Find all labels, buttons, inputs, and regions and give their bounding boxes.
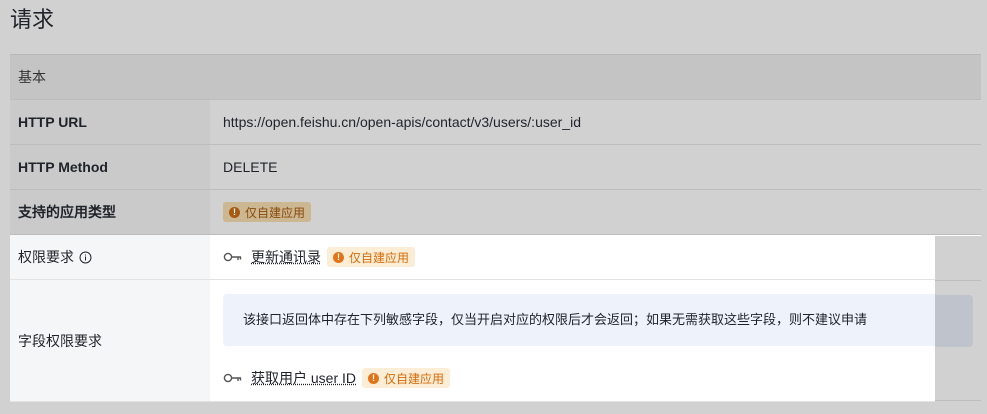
- permission-row: 权限要求 更新通讯录 ! 仅自建应用: [10, 235, 981, 280]
- field-permission-name-link[interactable]: 获取用户 user ID: [251, 368, 356, 388]
- badge-label: 仅自建应用: [245, 205, 306, 220]
- key-icon: [223, 251, 243, 263]
- sensitive-field-notice: 该接口返回体中存在下列敏感字段，仅当开启对应的权限后才会返回；如果无需获取这些字…: [223, 294, 973, 346]
- table-row: HTTP Method DELETE: [10, 145, 981, 190]
- page-title: 请求: [10, 7, 55, 32]
- field-permission-item: 获取用户 user ID ! 仅自建应用: [223, 358, 981, 398]
- permission-label-cell: 权限要求: [10, 235, 210, 279]
- field-permission-badge: ! 仅自建应用: [362, 368, 451, 388]
- app-type-badge: ! 仅自建应用: [223, 202, 312, 222]
- row-label: HTTP URL: [10, 100, 210, 144]
- key-icon: [223, 372, 243, 384]
- badge-label: 仅自建应用: [349, 250, 410, 265]
- request-table: 基本 HTTP URL https://open.feishu.cn/open-…: [10, 54, 981, 402]
- app-type-cell: ! 仅自建应用: [210, 190, 981, 234]
- permission-value-cell: 更新通讯录 ! 仅自建应用: [210, 235, 981, 279]
- info-circle-icon[interactable]: [79, 251, 92, 264]
- row-divider: [935, 400, 981, 401]
- method-value: DELETE: [210, 145, 981, 189]
- field-permission-cell: 该接口返回体中存在下列敏感字段，仅当开启对应的权限后才会返回；如果无需获取这些字…: [210, 280, 981, 401]
- permission-name-link[interactable]: 更新通讯录: [251, 247, 321, 267]
- exclamation-icon: !: [368, 372, 380, 384]
- permission-badge: ! 仅自建应用: [327, 247, 416, 267]
- notice-overflow-dimmed: [935, 295, 973, 347]
- url-value: https://open.feishu.cn/open-apis/contact…: [210, 100, 981, 144]
- table-row: 支持的应用类型 ! 仅自建应用: [10, 190, 981, 235]
- exclamation-icon: !: [333, 251, 344, 263]
- row-label: 支持的应用类型: [10, 190, 210, 234]
- table-row: HTTP URL https://open.feishu.cn/open-api…: [10, 100, 981, 145]
- overlay-mask: [935, 236, 987, 280]
- exclamation-icon: !: [229, 206, 240, 218]
- table-header-label: 基本: [18, 69, 46, 85]
- table-header-row: 基本: [10, 55, 981, 100]
- row-label: HTTP Method: [10, 145, 210, 189]
- field-permission-label: 字段权限要求: [10, 280, 210, 401]
- badge-label: 仅自建应用: [384, 371, 445, 386]
- field-permission-row: 字段权限要求 该接口返回体中存在下列敏感字段，仅当开启对应的权限后才会返回；如果…: [10, 280, 981, 402]
- row-divider: [935, 280, 981, 281]
- permission-label: 权限要求: [18, 249, 74, 265]
